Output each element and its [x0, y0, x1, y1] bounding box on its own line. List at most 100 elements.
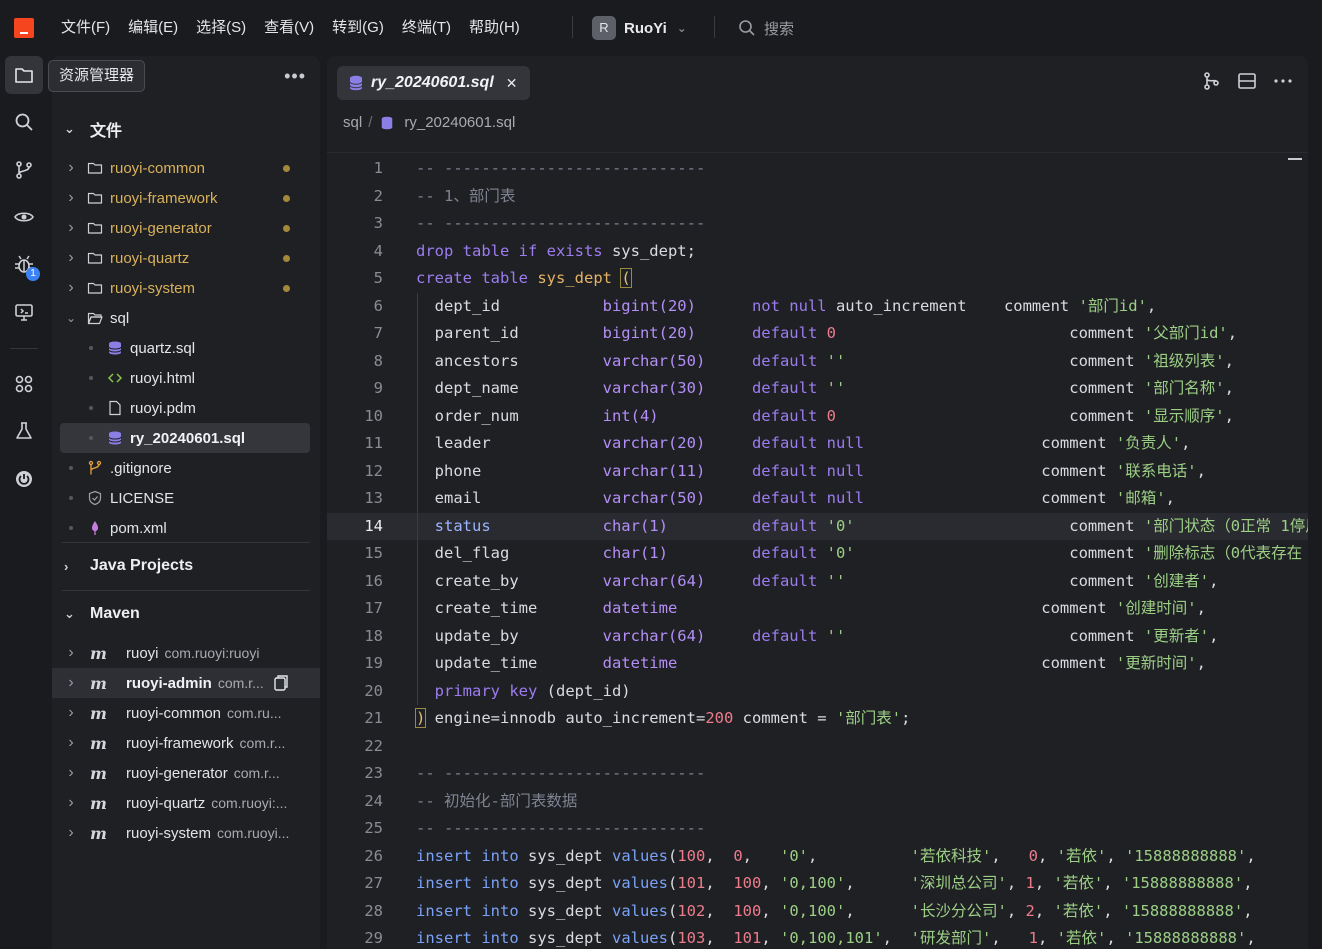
code-line[interactable]: 9 dept_name varchar(30) default '' comme…	[327, 375, 1308, 403]
code-line[interactable]: 23 -- ----------------------------	[327, 760, 1308, 788]
maven-project-ruoyi[interactable]: › m ruoyi com.ruoyi:ruoyi	[60, 638, 320, 668]
menu-terminal[interactable]: 终端(T)	[393, 0, 460, 56]
menu-edit[interactable]: 编辑(E)	[119, 0, 187, 56]
maven-project-ruoyi-common[interactable]: › m ruoyi-common com.ru...	[60, 698, 320, 728]
tree-item-ruoyi-quartz[interactable]: › ruoyi-quartz	[60, 243, 310, 273]
tree-item-gitignore[interactable]: .gitignore	[60, 453, 310, 483]
code-line[interactable]: 4 drop table if exists sys_dept;	[327, 238, 1308, 266]
code-token: values	[611, 901, 668, 920]
code-token: char(1)	[602, 544, 752, 562]
tree-item-quartz-sql[interactable]: quartz.sql	[60, 333, 310, 363]
code-line[interactable]: 7 parent_id bigint(20) default 0 comment…	[327, 320, 1308, 348]
explorer-button[interactable]	[5, 56, 43, 94]
code-line[interactable]: 18 update_by varchar(64) default '' comm…	[327, 622, 1308, 651]
code-line[interactable]: 24 -- 初始化-部门表数据	[327, 788, 1308, 816]
code-line[interactable]: 27 insert into sys_dept values(101, 100, …	[327, 870, 1308, 898]
code-line[interactable]: 28 insert into sys_dept values(102, 100, …	[327, 898, 1308, 926]
maven-project-name: ruoyi-common	[126, 704, 222, 722]
breadcrumb-folder[interactable]: sql	[343, 114, 362, 131]
code-token: sys_dept	[537, 269, 622, 287]
code-token: '深圳总公司'	[910, 874, 1007, 892]
tree-item-ruoyi-common[interactable]: › ruoyi-common	[60, 153, 310, 183]
remote-explorer-button[interactable]	[5, 198, 43, 236]
code-text: insert into sys_dept values(103, 101, '0…	[416, 925, 1256, 949]
breadcrumb-file[interactable]: ry_20240601.sql	[404, 114, 515, 131]
tree-item-license[interactable]: LICENSE	[60, 483, 310, 513]
menu-go[interactable]: 转到(G)	[323, 0, 393, 56]
code-line[interactable]: 6 dept_id bigint(20) not null auto_incre…	[327, 292, 1308, 320]
tree-item-ruoyi-framework[interactable]: › ruoyi-framework	[60, 183, 310, 213]
code-line[interactable]: 14 status char(1) default '0' comment '部…	[327, 512, 1308, 540]
code-line[interactable]: 15 del_flag char(1) default '0' comment …	[327, 540, 1308, 568]
tree-item-ruoyi-generator[interactable]: › ruoyi-generator	[60, 213, 310, 243]
java-projects-header[interactable]: › Java Projects	[64, 554, 193, 578]
eye-icon	[14, 212, 34, 222]
tree-item-ruoyi-html[interactable]: ruoyi.html	[60, 363, 310, 393]
maven-project-ruoyi-admin[interactable]: › m ruoyi-admin com.r...	[52, 668, 320, 698]
folder-icon	[86, 249, 104, 267]
code-token: sys_dept	[527, 929, 612, 947]
menu-view[interactable]: 查看(V)	[255, 0, 323, 56]
code-line[interactable]: 10 order_num int(4) default 0 comment '显…	[327, 402, 1308, 430]
code-line[interactable]: 13 email varchar(50) default null commen…	[327, 485, 1308, 513]
code-token: '部门状态（0正常 1停用）'	[1143, 516, 1308, 535]
spring-boot-button[interactable]	[5, 460, 43, 498]
code-line[interactable]: 11 leader varchar(20) default null comme…	[327, 430, 1308, 458]
editor-tab-active[interactable]: ry_20240601.sql ✕	[337, 66, 530, 100]
tree-item-pom-xml[interactable]: pom.xml	[60, 513, 310, 543]
remote-button[interactable]	[5, 293, 43, 331]
code-line[interactable]: 22	[327, 733, 1308, 761]
extensions-button[interactable]	[5, 365, 43, 403]
menu-selection[interactable]: 选择(S)	[187, 0, 255, 56]
code-line[interactable]: 19 update_time datetime comment '更新时间',	[327, 650, 1308, 678]
code-line[interactable]: 1 -- ----------------------------	[327, 155, 1308, 183]
source-control-button[interactable]	[5, 151, 43, 189]
code-line[interactable]: 16 create_by varchar(64) default '' comm…	[327, 567, 1308, 595]
tree-item-label: ruoyi.pdm	[130, 399, 196, 417]
code-token: 102	[677, 901, 706, 920]
code-line[interactable]: 3 -- ----------------------------	[327, 210, 1308, 238]
tree-item-ry-20240601-sql[interactable]: ry_20240601.sql	[60, 423, 310, 453]
code-token: datetime	[602, 599, 1042, 617]
maven-project-ruoyi-system[interactable]: › m ruoyi-system com.ruoyi...	[60, 818, 320, 848]
project-switcher[interactable]: R RuoYi ⌄	[592, 14, 687, 42]
maven-project-ruoyi-generator[interactable]: › m ruoyi-generator com.r...	[60, 758, 320, 788]
split-editor-icon[interactable]	[1236, 70, 1258, 92]
search-button[interactable]	[5, 103, 43, 141]
code-line[interactable]: 2 -- 1、部门表	[327, 183, 1308, 211]
more-actions-icon[interactable]: •••	[284, 66, 306, 87]
testing-button[interactable]	[5, 412, 43, 450]
code-text: leader varchar(20) default null comment …	[416, 430, 1191, 458]
copy-icon[interactable]	[272, 674, 290, 692]
run-debug-button[interactable]: 1	[5, 246, 43, 284]
code-token: (	[667, 901, 678, 920]
code-line[interactable]: 8 ancestors varchar(50) default '' comme…	[327, 347, 1308, 375]
code-line[interactable]: 5 create table sys_dept (	[327, 265, 1308, 293]
code-text: update_by varchar(64) default '' comment…	[416, 623, 1219, 651]
code-line[interactable]: 26 insert into sys_dept values(100, 0, '0…	[327, 843, 1308, 871]
code-line[interactable]: 17 create_time datetime comment '创建时间',	[327, 595, 1308, 623]
tree-item-ruoyi-pdm[interactable]: ruoyi.pdm	[60, 393, 310, 423]
git-compare-icon[interactable]	[1200, 70, 1222, 92]
code-line[interactable]: 29 insert into sys_dept values(103, 101, …	[327, 925, 1308, 949]
menu-file[interactable]: 文件(F)	[52, 0, 119, 56]
code-editor[interactable]: 1 -- ---------------------------- 2 -- 1、部门…	[327, 152, 1308, 949]
java-projects-title: Java Projects	[90, 557, 194, 574]
code-line[interactable]: 21) engine=innodb auto_increment=200 com…	[327, 705, 1308, 733]
tree-item-sql[interactable]: ⌄ sql	[60, 303, 310, 333]
maven-project-ruoyi-framework[interactable]: › m ruoyi-framework com.r...	[60, 728, 320, 758]
code-token: ,	[705, 846, 734, 865]
menu-help[interactable]: 帮助(H)	[460, 0, 529, 56]
close-icon[interactable]: ✕	[506, 75, 518, 92]
maven-project-ruoyi-quartz[interactable]: › m ruoyi-quartz com.ruoyi:...	[60, 788, 320, 818]
tree-item-ruoyi-system[interactable]: › ruoyi-system	[60, 273, 310, 303]
code-line[interactable]: 25 -- ----------------------------	[327, 815, 1308, 843]
more-actions-icon[interactable]	[1272, 70, 1294, 92]
code-line[interactable]: 12 phone varchar(11) default null commen…	[327, 457, 1308, 485]
code-line[interactable]: 20 primary key (dept_id)	[327, 677, 1308, 705]
search-box[interactable]: 搜索	[738, 14, 794, 42]
files-section-header[interactable]: ⌄ 文件	[64, 117, 122, 141]
maven-header[interactable]: ⌄ Maven	[64, 602, 140, 626]
scrollbar-marker[interactable]	[1288, 158, 1302, 160]
app-logo-icon	[14, 18, 34, 38]
